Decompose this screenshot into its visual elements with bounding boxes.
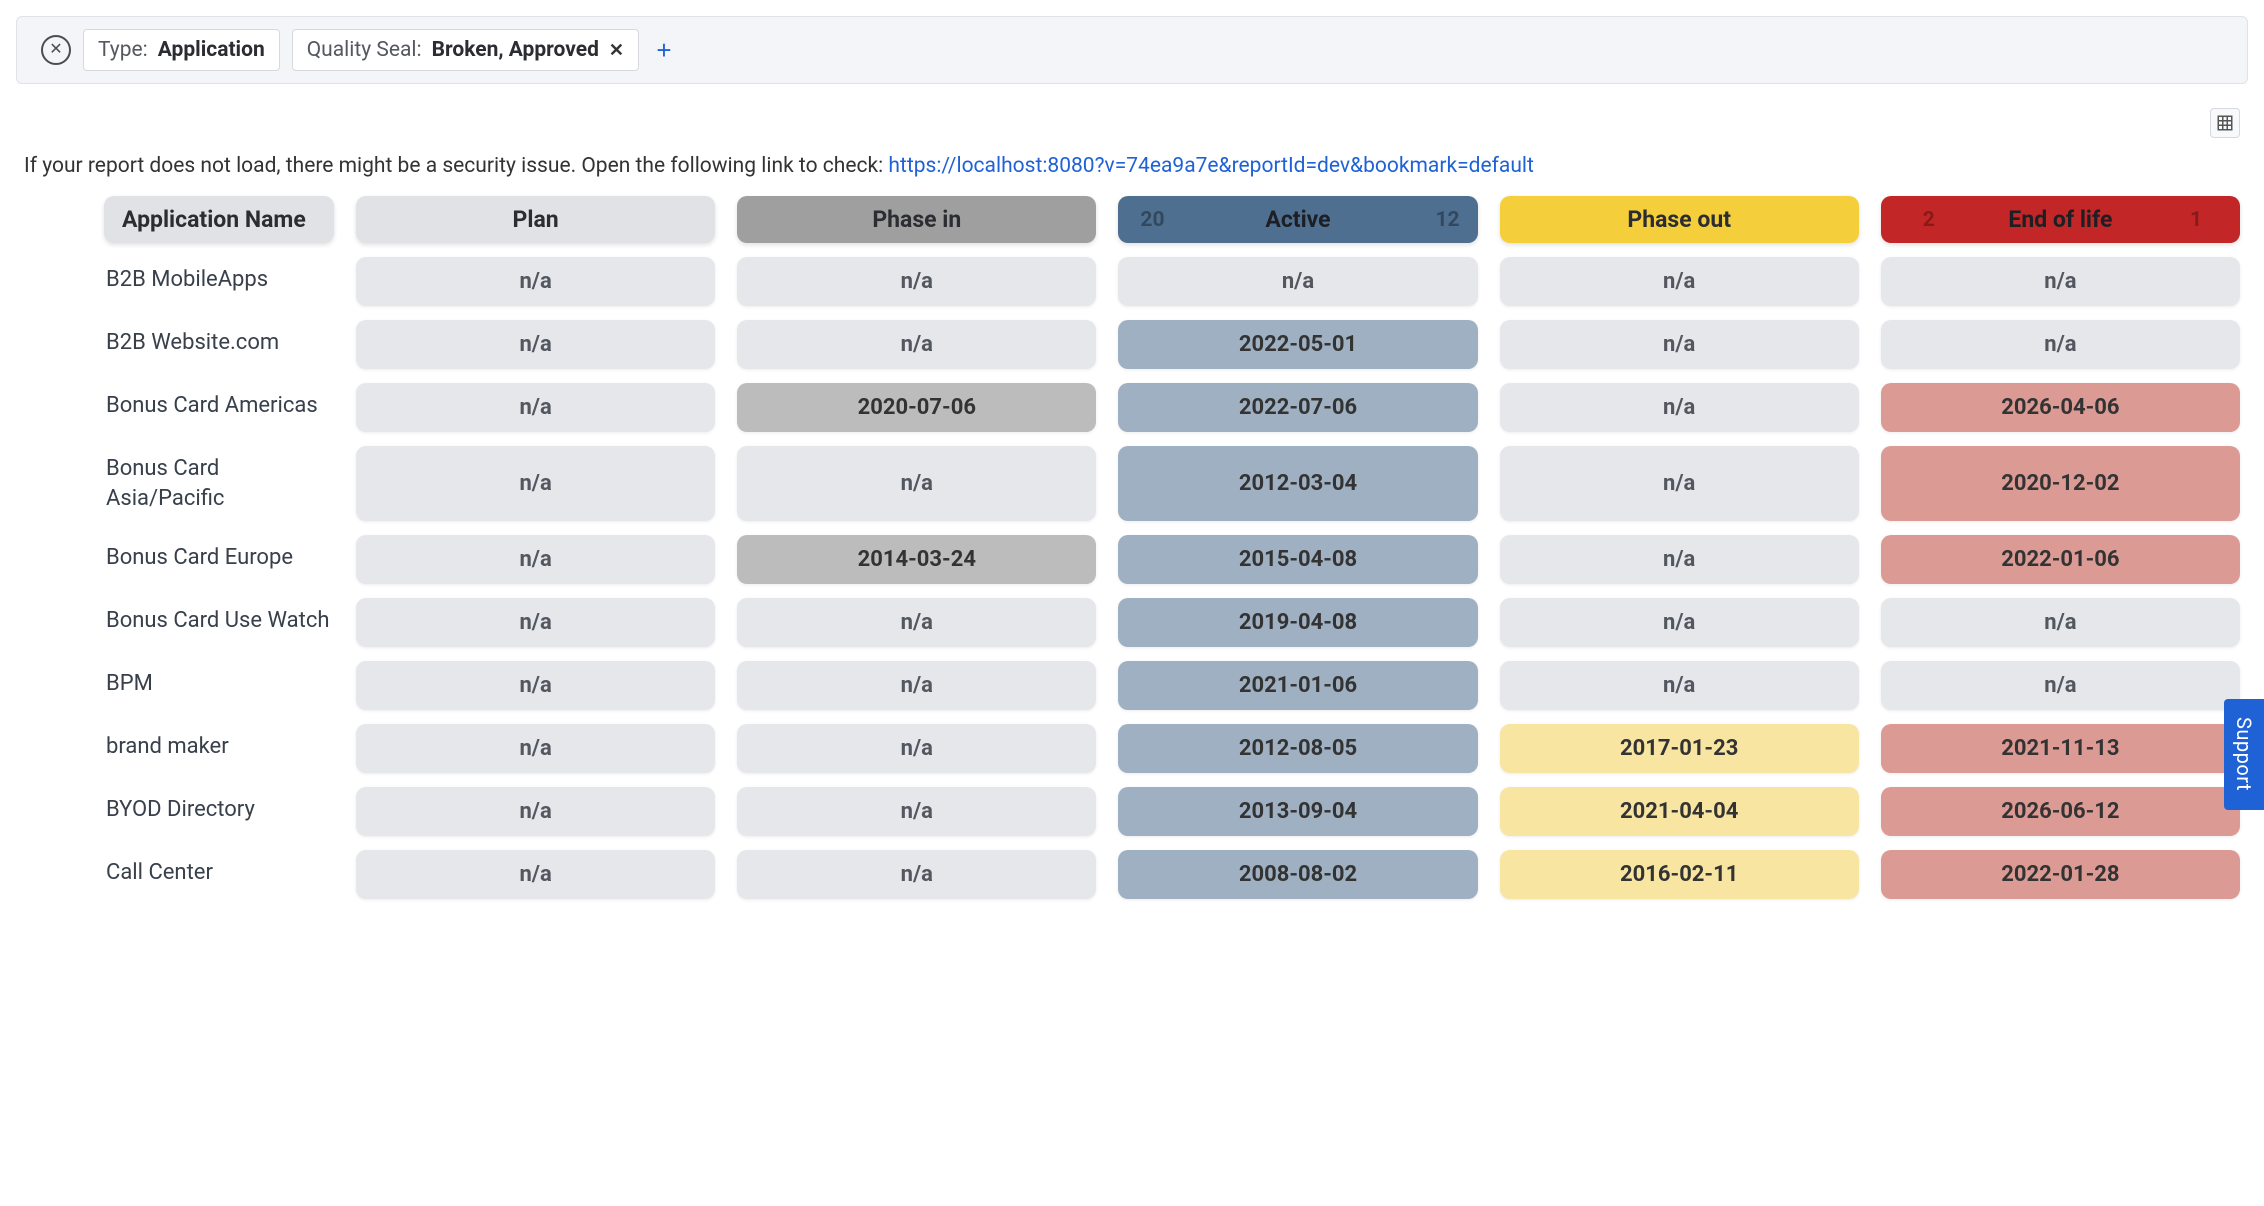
cell-phase_out[interactable]: n/a [1500, 257, 1859, 306]
app-name-cell[interactable]: Bonus Card Americas [104, 383, 334, 432]
cell-eol[interactable]: 2021-11-13 [1881, 724, 2240, 773]
cell-active[interactable]: 2012-08-05 [1118, 724, 1477, 773]
app-name-cell[interactable]: BPM [104, 661, 334, 710]
cell-phase_out[interactable]: n/a [1500, 383, 1859, 432]
cell-eol[interactable]: n/a [1881, 598, 2240, 647]
diagnostic-link[interactable]: https://localhost:8080?v=74ea9a7e&report… [888, 154, 1533, 178]
app-name-cell[interactable]: B2B Website.com [104, 320, 334, 369]
cell-phase_in[interactable]: 2020-07-06 [737, 383, 1096, 432]
col-header-eol[interactable]: 2End of life1 [1881, 196, 2240, 243]
cell-phase_out[interactable]: n/a [1500, 446, 1859, 521]
col-header-name[interactable]: Application Name [104, 196, 334, 243]
ghost-text: 1 [2190, 208, 2202, 232]
cell-plan[interactable]: n/a [356, 661, 715, 710]
cell-phase_out[interactable]: 2017-01-23 [1500, 724, 1859, 773]
filter-bar: ✕ Type: Application Quality Seal: Broken… [16, 16, 2248, 84]
cell-plan[interactable]: n/a [356, 598, 715, 647]
cell-phase_in[interactable]: n/a [737, 598, 1096, 647]
cell-active[interactable]: n/a [1118, 257, 1477, 306]
cell-plan[interactable]: n/a [356, 535, 715, 584]
cell-active[interactable]: 2022-05-01 [1118, 320, 1477, 369]
cell-eol[interactable]: 2026-06-12 [1881, 787, 2240, 836]
col-header-active[interactable]: 20Active12 [1118, 196, 1477, 243]
cell-eol[interactable]: n/a [1881, 257, 2240, 306]
app-name-cell[interactable]: brand maker [104, 724, 334, 773]
cell-phase_in[interactable]: n/a [737, 257, 1096, 306]
report-table: Application Name Plan Phase in 20Active12 Ph… [0, 196, 2264, 923]
cell-active[interactable]: 2015-04-08 [1118, 535, 1477, 584]
app-name-cell[interactable]: B2B MobileApps [104, 257, 334, 306]
cell-plan[interactable]: n/a [356, 446, 715, 521]
support-tab[interactable]: Support [2224, 699, 2264, 809]
app-name-cell[interactable]: Call Center [104, 850, 334, 899]
cell-eol[interactable]: 2022-01-28 [1881, 850, 2240, 899]
close-icon: ✕ [49, 42, 62, 58]
cell-phase_out[interactable]: 2016-02-11 [1500, 850, 1859, 899]
cell-active[interactable]: 2012-03-04 [1118, 446, 1477, 521]
app-name-cell[interactable]: Bonus Card Europe [104, 535, 334, 584]
filter-chip-type[interactable]: Type: Application [83, 29, 280, 71]
cell-eol[interactable]: n/a [1881, 661, 2240, 710]
cell-eol[interactable]: 2026-04-06 [1881, 383, 2240, 432]
cell-phase_out[interactable]: 2021-04-04 [1500, 787, 1859, 836]
cell-phase_out[interactable]: n/a [1500, 661, 1859, 710]
app-name-cell[interactable]: Bonus Card Asia/Pacific [104, 446, 334, 521]
col-header-phase-out[interactable]: Phase out [1500, 196, 1859, 243]
cell-plan[interactable]: n/a [356, 383, 715, 432]
cell-phase_in[interactable]: n/a [737, 446, 1096, 521]
cell-phase_in[interactable]: n/a [737, 787, 1096, 836]
cell-eol[interactable]: n/a [1881, 320, 2240, 369]
cell-plan[interactable]: n/a [356, 787, 715, 836]
cell-active[interactable]: 2013-09-04 [1118, 787, 1477, 836]
filter-quality-label: Quality Seal: [307, 38, 422, 62]
grid-icon [2216, 114, 2234, 132]
cell-phase_in[interactable]: n/a [737, 850, 1096, 899]
cell-plan[interactable]: n/a [356, 320, 715, 369]
info-message: If your report does not load, there migh… [0, 142, 2264, 196]
app-name-cell[interactable]: Bonus Card Use Watch [104, 598, 334, 647]
remove-quality-filter-button[interactable]: ✕ [609, 40, 624, 61]
ghost-text: 2 [1923, 208, 1935, 232]
filter-type-value: Application [158, 38, 265, 62]
cell-active[interactable]: 2021-01-06 [1118, 661, 1477, 710]
cell-active[interactable]: 2019-04-08 [1118, 598, 1477, 647]
cell-active[interactable]: 2022-07-06 [1118, 383, 1477, 432]
col-header-phase-in[interactable]: Phase in [737, 196, 1096, 243]
filter-type-label: Type: [98, 38, 148, 62]
filter-quality-value: Broken, Approved [432, 38, 599, 62]
cell-eol[interactable]: 2022-01-06 [1881, 535, 2240, 584]
cell-plan[interactable]: n/a [356, 850, 715, 899]
ghost-text: 12 [1435, 208, 1459, 232]
ghost-text: 20 [1140, 208, 1164, 232]
cell-phase_out[interactable]: n/a [1500, 535, 1859, 584]
filter-chip-quality-seal[interactable]: Quality Seal: Broken, Approved ✕ [292, 29, 639, 71]
cell-eol[interactable]: 2020-12-02 [1881, 446, 2240, 521]
cell-phase_in[interactable]: n/a [737, 320, 1096, 369]
clear-filters-button[interactable]: ✕ [41, 35, 71, 65]
table-view-button[interactable] [2210, 108, 2240, 138]
cell-active[interactable]: 2008-08-02 [1118, 850, 1477, 899]
app-name-cell[interactable]: BYOD Directory [104, 787, 334, 836]
add-filter-button[interactable]: + [651, 37, 677, 63]
cell-phase_in[interactable]: n/a [737, 661, 1096, 710]
info-text: If your report does not load, there migh… [24, 154, 888, 178]
view-toggle-row [0, 100, 2264, 142]
cell-phase_in[interactable]: n/a [737, 724, 1096, 773]
cell-phase_in[interactable]: 2014-03-24 [737, 535, 1096, 584]
col-header-plan[interactable]: Plan [356, 196, 715, 243]
cell-phase_out[interactable]: n/a [1500, 598, 1859, 647]
cell-plan[interactable]: n/a [356, 257, 715, 306]
cell-phase_out[interactable]: n/a [1500, 320, 1859, 369]
cell-plan[interactable]: n/a [356, 724, 715, 773]
